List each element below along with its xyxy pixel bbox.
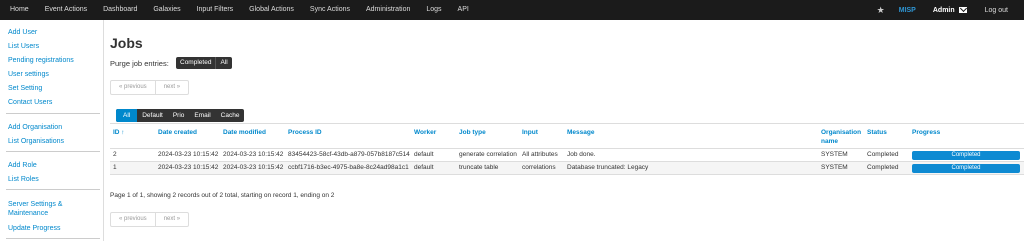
cell-job-type: truncate table	[459, 164, 499, 171]
nav-sync-actions[interactable]: Sync Actions	[302, 0, 358, 20]
sidebar-item-set-setting[interactable]: Set Setting	[8, 84, 96, 93]
sidebar-item-list-users[interactable]: List Users	[8, 42, 96, 51]
table-row: 2 2024-03-23 10:15:42 2024-03-23 10:15:4…	[110, 148, 1024, 161]
cell-id: 1	[113, 164, 117, 171]
col-process-id[interactable]: Process ID	[288, 128, 322, 137]
cell-process-id: 83454423-58cf-43db-a879-057b8187c514	[288, 151, 410, 158]
filter-cache-button[interactable]: Cache	[216, 109, 245, 122]
nav-event-actions[interactable]: Event Actions	[37, 0, 95, 20]
sidebar-divider	[6, 238, 100, 239]
sidebar-item-user-settings[interactable]: User settings	[8, 70, 96, 79]
nav-input-filters[interactable]: Input Filters	[189, 0, 242, 20]
sidebar-item-list-organisations[interactable]: List Organisations	[8, 137, 96, 146]
nav-logs[interactable]: Logs	[418, 0, 449, 20]
col-organisation-name[interactable]: Organisation name	[821, 128, 861, 146]
sidebar-item-contact-users[interactable]: Contact Users	[8, 98, 96, 107]
table-header: ID ↑ Date created Date modified Process …	[110, 123, 1024, 148]
user-menu[interactable]: Admin	[933, 7, 955, 14]
purge-button-group: Completed All	[176, 57, 232, 69]
nav-galaxies[interactable]: Galaxies	[145, 0, 188, 20]
cell-status: Completed	[867, 151, 899, 158]
cell-input: All attributes	[522, 151, 558, 158]
sidebar-divider	[6, 113, 100, 114]
cell-date-modified: 2024-03-23 10:15:42	[223, 151, 284, 158]
table-bottom-border	[110, 174, 1024, 175]
cell-date-modified: 2024-03-23 10:15:42	[223, 164, 284, 171]
page-title: Jobs	[110, 35, 143, 51]
cell-id: 2	[113, 151, 117, 158]
cell-message: Job done.	[567, 151, 596, 158]
col-input[interactable]: Input	[522, 128, 538, 137]
col-date-modified[interactable]: Date modified	[223, 128, 266, 137]
paging-info: Page 1 of 1, showing 2 records out of 2 …	[110, 192, 335, 199]
nav-administration[interactable]: Administration	[358, 0, 418, 20]
cell-date-created: 2024-03-23 10:15:42	[158, 164, 219, 171]
cell-input: correlations	[522, 164, 556, 171]
col-message[interactable]: Message	[567, 128, 594, 137]
cell-status: Completed	[867, 164, 899, 171]
brand-link[interactable]: MISP	[899, 7, 916, 14]
nav-dashboard[interactable]: Dashboard	[95, 0, 145, 20]
nav-global-actions[interactable]: Global Actions	[241, 0, 302, 20]
col-status[interactable]: Status	[867, 128, 887, 137]
nav-right-group: ★ MISP Admin Log out	[877, 0, 1024, 20]
cell-message: Database truncated: Legacy	[567, 164, 649, 171]
admin-sidebar: Add User List Users Pending registration…	[0, 20, 104, 241]
cell-date-created: 2024-03-23 10:15:42	[158, 151, 219, 158]
cell-organisation: SYSTEM	[821, 164, 848, 171]
pagination-top: « previous next »	[110, 80, 190, 95]
sidebar-divider	[6, 189, 100, 190]
nav-home[interactable]: Home	[0, 0, 37, 20]
star-icon[interactable]: ★	[877, 5, 885, 16]
table-row: 1 2024-03-23 10:15:42 2024-03-23 10:15:4…	[110, 161, 1024, 174]
jobs-table: ID ↑ Date created Date modified Process …	[110, 123, 1024, 175]
sidebar-item-list-roles[interactable]: List Roles	[8, 175, 96, 184]
logout-link[interactable]: Log out	[985, 7, 1008, 14]
mail-icon[interactable]	[958, 7, 967, 13]
previous-page-button[interactable]: « previous	[111, 213, 155, 226]
next-page-button[interactable]: next »	[154, 213, 188, 226]
purge-all-button[interactable]: All	[215, 57, 231, 69]
sidebar-item-add-role[interactable]: Add Role	[8, 161, 96, 170]
sidebar-item-pending-registrations[interactable]: Pending registrations	[8, 56, 96, 65]
sidebar-item-server-settings[interactable]: Server Settings & Maintenance	[8, 200, 68, 218]
sidebar-item-add-user[interactable]: Add User	[8, 28, 96, 37]
cell-job-type: generate correlation	[459, 151, 517, 158]
filter-prio-button[interactable]: Prio	[168, 109, 190, 122]
cell-process-id: ccbf1716-b3ec-4975-ba8e-8c24ad98a1c1	[288, 164, 409, 171]
cell-worker: default	[414, 164, 434, 171]
sidebar-divider	[6, 151, 100, 152]
col-date-created[interactable]: Date created	[158, 128, 197, 137]
col-worker[interactable]: Worker	[414, 128, 436, 137]
filter-default-button[interactable]: Default	[137, 109, 168, 122]
queue-filter-group: All Default Prio Email Cache	[116, 109, 245, 122]
filter-email-button[interactable]: Email	[189, 109, 215, 122]
cell-worker: default	[414, 151, 434, 158]
cell-organisation: SYSTEM	[821, 151, 848, 158]
purge-completed-button[interactable]: Completed	[176, 57, 215, 69]
pagination-bottom: « previous next »	[110, 212, 190, 227]
filter-all-button[interactable]: All	[116, 109, 138, 122]
nav-api[interactable]: API	[450, 0, 477, 20]
purge-label: Purge job entries:	[110, 59, 169, 68]
top-navbar: Home Event Actions Dashboard Galaxies In…	[0, 0, 1024, 20]
col-job-type[interactable]: Job type	[459, 128, 486, 137]
next-page-button[interactable]: next »	[154, 81, 188, 94]
sidebar-item-update-progress[interactable]: Update Progress	[8, 224, 96, 233]
col-progress[interactable]: Progress	[912, 128, 940, 137]
progress-bar: Completed	[912, 151, 1020, 160]
previous-page-button[interactable]: « previous	[111, 81, 155, 94]
col-id[interactable]: ID ↑	[113, 128, 125, 137]
progress-bar: Completed	[912, 164, 1020, 173]
sidebar-item-add-organisation[interactable]: Add Organisation	[8, 123, 96, 132]
